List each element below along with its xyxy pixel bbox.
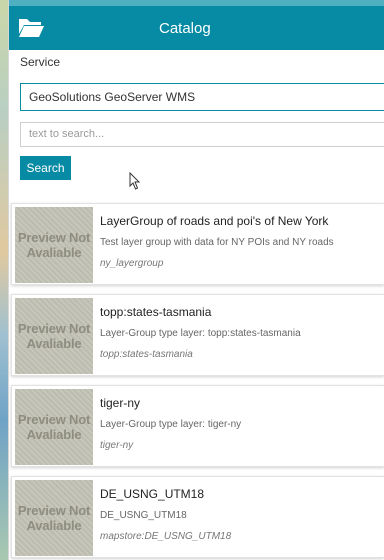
result-card[interactable]: Preview Not Avaliable LayerGroup of road…: [11, 203, 384, 285]
search-input[interactable]: text to search...: [20, 122, 384, 147]
service-label: Service: [20, 55, 61, 69]
preview-thumbnail: Preview Not Avaliable: [15, 298, 93, 374]
result-description: DE_USNG_UTM18: [100, 510, 187, 521]
map-background: [0, 0, 8, 560]
result-layer-name: tiger-ny: [100, 440, 134, 451]
result-title: DE_USNG_UTM18: [100, 487, 205, 501]
result-card[interactable]: Preview Not Avaliable tiger-ny Layer-Gro…: [11, 385, 384, 467]
result-layer-name: topp:states-tasmania: [100, 349, 193, 360]
result-description: Test layer group with data for NY POIs a…: [100, 237, 334, 248]
result-card[interactable]: Preview Not Avaliable DE_USNG_UTM18 DE_U…: [11, 476, 384, 558]
result-title: tiger-ny: [100, 396, 141, 410]
result-layer-name: ny_layergroup: [100, 258, 164, 269]
preview-thumbnail: Preview Not Avaliable: [15, 389, 93, 465]
preview-thumbnail: Preview Not Avaliable: [15, 207, 93, 283]
search-button[interactable]: Search: [20, 156, 71, 180]
preview-thumbnail: Preview Not Avaliable: [15, 480, 93, 556]
result-description: Layer-Group type layer: tiger-ny: [100, 419, 242, 430]
result-layer-name: mapstore:DE_USNG_UTM18: [100, 531, 232, 542]
service-select[interactable]: GeoSolutions GeoServer WMS: [20, 83, 384, 111]
result-title: topp:states-tasmania: [100, 305, 212, 319]
mouse-cursor-icon: [129, 172, 141, 190]
folder-open-icon: [19, 19, 44, 37]
result-title: LayerGroup of roads and poi's of New Yor…: [100, 214, 329, 228]
results-list: Preview Not Avaliable LayerGroup of road…: [11, 203, 384, 560]
result-card[interactable]: Preview Not Avaliable topp:states-tasman…: [11, 294, 384, 376]
result-description: Layer-Group type layer: topp:states-tasm…: [100, 328, 301, 339]
catalog-header: Catalog: [9, 0, 384, 50]
panel-title: Catalog: [159, 19, 211, 37]
